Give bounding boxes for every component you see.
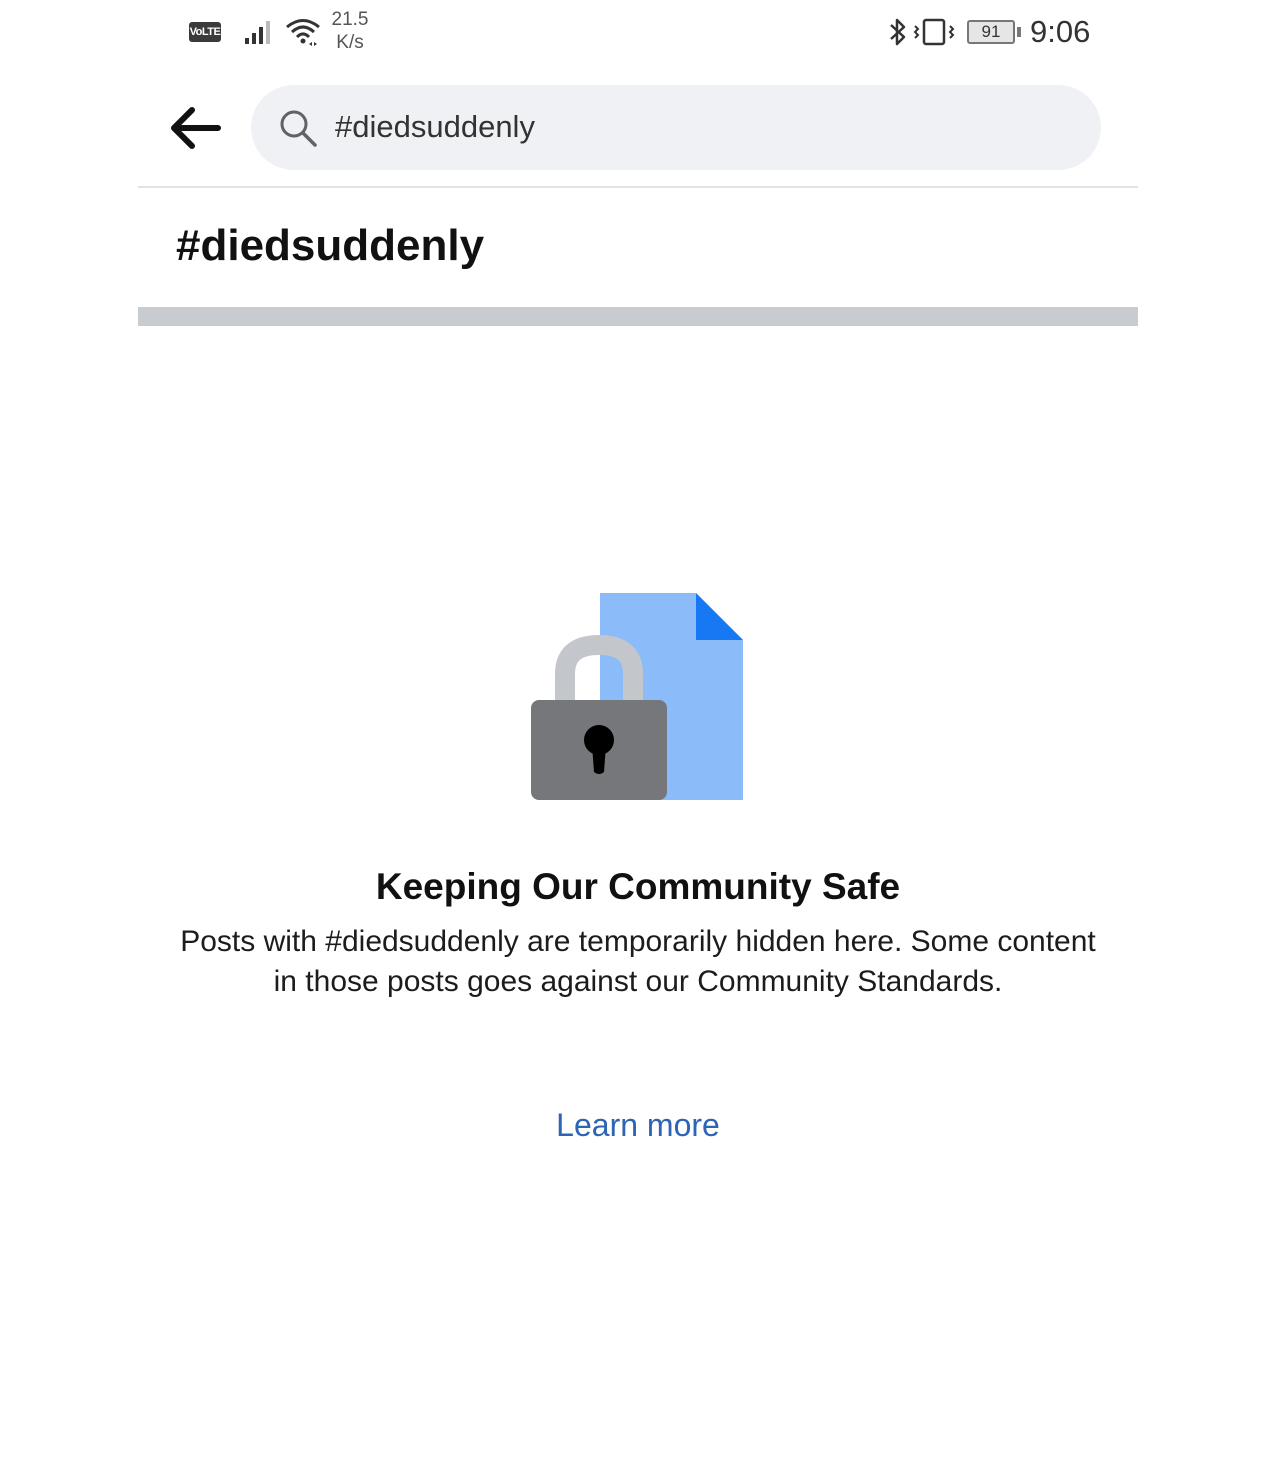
header-divider — [138, 186, 1138, 188]
volte-badge: VoLTE — [189, 22, 221, 42]
learn-more-link[interactable]: Learn more — [538, 1104, 738, 1146]
bluetooth-icon — [890, 18, 906, 46]
vibrate-icon — [913, 18, 955, 46]
search-icon — [280, 110, 317, 147]
clock: 9:06 — [1030, 14, 1091, 49]
notice-body: Posts with #diedsuddenly are temporarily… — [180, 925, 1096, 998]
notice-title: Keeping Our Community Safe — [375, 866, 901, 907]
wifi-icon — [286, 19, 320, 46]
network-speed: 21.5 K/s — [322, 8, 378, 54]
network-speed-unit: K/s — [336, 32, 364, 53]
locked-document-icon — [531, 593, 743, 800]
status-bar: VoLTE 21.5 K/s 91 9:06 — [0, 0, 1284, 70]
section-separator — [138, 307, 1138, 326]
hashtag-title: #diedsuddenly — [176, 221, 485, 270]
search-bar[interactable] — [251, 85, 1101, 170]
search-input[interactable] — [335, 103, 1055, 151]
arrow-left-icon — [171, 107, 221, 149]
battery-icon: 91 — [967, 20, 1015, 44]
screen: VoLTE 21.5 K/s 91 9:06 #diedsuddenly #di… — [0, 0, 1284, 1470]
battery-tip — [1017, 27, 1021, 37]
signal-icon — [245, 21, 270, 44]
network-speed-value: 21.5 — [331, 9, 369, 30]
back-button[interactable] — [160, 100, 230, 156]
